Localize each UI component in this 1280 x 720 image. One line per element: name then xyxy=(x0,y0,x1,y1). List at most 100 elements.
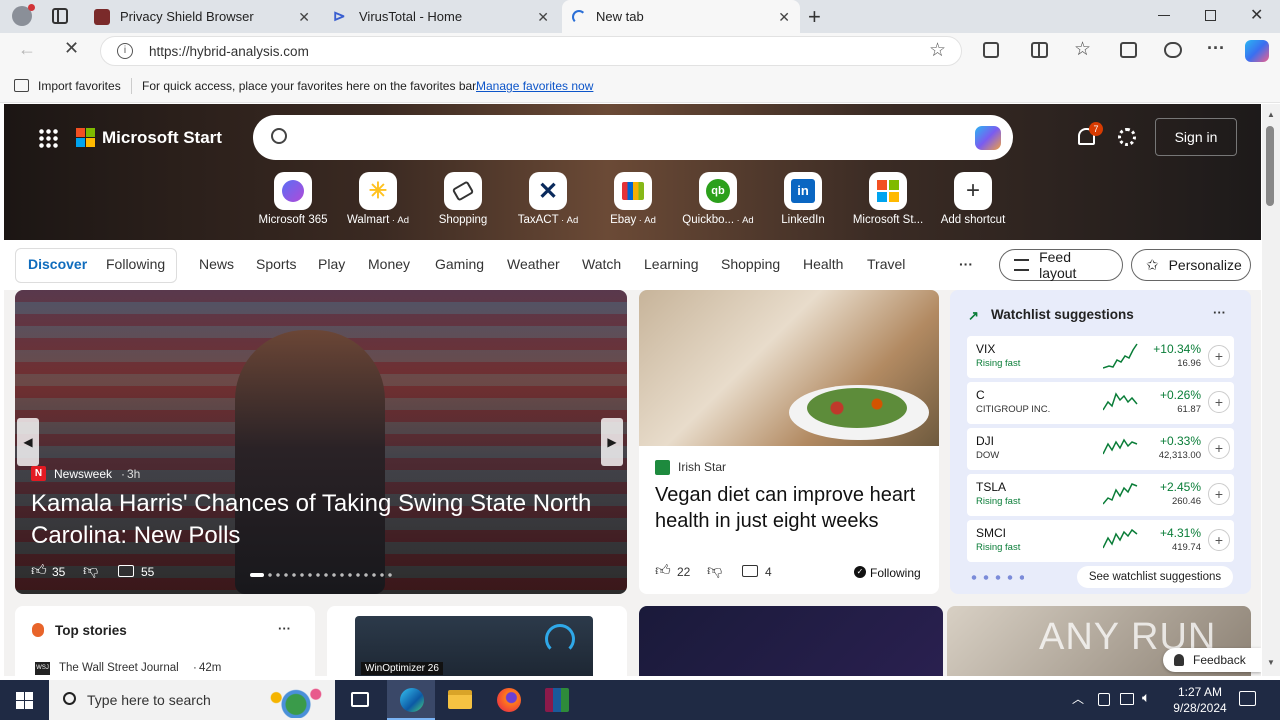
search-box[interactable] xyxy=(253,115,1013,160)
show-hidden-icons-icon[interactable]: ︿ xyxy=(1072,690,1084,707)
following-label[interactable]: Following xyxy=(870,566,921,580)
collections-icon[interactable] xyxy=(1120,42,1137,58)
copilot-icon[interactable] xyxy=(1245,40,1269,62)
performance-icon[interactable] xyxy=(1164,42,1182,58)
winrar-icon[interactable] xyxy=(545,688,569,712)
notification-center-icon[interactable] xyxy=(1239,691,1256,706)
see-watchlist-button[interactable]: See watchlist suggestions xyxy=(1077,566,1233,588)
watchlist-row[interactable]: C CITIGROUP INC. +0.26% 61.87 + xyxy=(967,382,1234,424)
nav-travel[interactable]: Travel xyxy=(867,256,905,272)
taskbar-search-box[interactable]: Type here to search xyxy=(49,680,335,720)
more-menu-icon[interactable]: ··· xyxy=(1207,38,1225,59)
carousel-next-button[interactable]: ▶ xyxy=(601,418,623,466)
clock-time[interactable]: 1:27 AM xyxy=(1172,685,1228,699)
watchlist-pager-dots[interactable] xyxy=(968,575,1024,580)
tab-new-tab[interactable]: New tab ✕ xyxy=(562,0,800,33)
feed-layout-button[interactable]: Feed layout xyxy=(999,249,1123,281)
watchlist-row[interactable]: TSLA Rising fast +2.45% 260.46 + xyxy=(967,474,1234,516)
add-to-watchlist-button[interactable]: + xyxy=(1208,391,1230,413)
nav-news[interactable]: News xyxy=(199,256,234,272)
quick-link-shopping[interactable]: Shopping xyxy=(423,172,503,226)
comment-icon[interactable] xyxy=(742,565,758,577)
close-window-icon[interactable]: ✕ xyxy=(1250,5,1263,25)
nav-watch[interactable]: Watch xyxy=(582,256,621,272)
scrollbar-thumb[interactable] xyxy=(1266,126,1274,206)
story-source[interactable]: Irish Star xyxy=(678,460,726,474)
add-to-watchlist-button[interactable]: + xyxy=(1208,529,1230,551)
nav-shopping[interactable]: Shopping xyxy=(721,256,780,272)
nav-sports[interactable]: Sports xyxy=(256,256,296,272)
nav-weather[interactable]: Weather xyxy=(507,256,560,272)
story-card-dark[interactable] xyxy=(639,606,943,676)
scroll-down-arrow[interactable]: ▼ xyxy=(1267,658,1275,667)
brand-name[interactable]: Microsoft Start xyxy=(102,128,222,148)
volume-icon[interactable]: 🔈︎ xyxy=(1142,689,1150,706)
hero-story-card[interactable]: ◀ ▶ N Newsweek · 3h Kamala Harris' Chanc… xyxy=(15,290,627,594)
url-text[interactable]: https://hybrid-analysis.com xyxy=(149,44,309,59)
split-screen-icon[interactable] xyxy=(1031,42,1048,58)
story-card[interactable]: Irish Star Vegan diet can improve heart … xyxy=(639,290,939,594)
tab-following[interactable]: Following xyxy=(106,256,165,272)
nav-gaming[interactable]: Gaming xyxy=(435,256,484,272)
edge-taskbar-icon[interactable] xyxy=(387,680,435,720)
add-shortcut-button[interactable]: + Add shortcut xyxy=(933,172,1013,226)
task-view-icon[interactable] xyxy=(351,692,369,707)
minimize-icon[interactable] xyxy=(1158,15,1170,16)
tab-discover[interactable]: Discover xyxy=(28,256,87,272)
tab-actions-icon[interactable] xyxy=(52,8,68,24)
personalize-button[interactable]: ✩ Personalize xyxy=(1131,249,1251,281)
nav-money[interactable]: Money xyxy=(368,256,410,272)
story-source[interactable]: The Wall Street Journal xyxy=(59,662,179,674)
start-windows-icon[interactable] xyxy=(16,692,33,709)
nav-learning[interactable]: Learning xyxy=(644,256,699,272)
nav-play[interactable]: Play xyxy=(318,256,345,272)
close-tab-icon[interactable]: ✕ xyxy=(778,9,790,26)
apps-launcher-icon[interactable] xyxy=(38,128,58,148)
firefox-icon[interactable] xyxy=(497,688,521,712)
close-tab-icon[interactable]: ✕ xyxy=(537,9,549,26)
tab-privacy-shield[interactable]: Privacy Shield Browser ✕ xyxy=(84,0,320,33)
watchlist-row[interactable]: VIX Rising fast +10.34% 16.96 + xyxy=(967,336,1234,378)
clock-date[interactable]: 9/28/2024 xyxy=(1166,701,1234,715)
carousel-prev-button[interactable]: ◀ xyxy=(17,418,39,466)
scroll-up-arrow[interactable]: ▲ xyxy=(1267,110,1275,119)
promo-card[interactable]: WinOptimizer 26 xyxy=(327,606,627,676)
quick-link-microsoft-365[interactable]: Microsoft 365 xyxy=(253,172,333,226)
import-favorites-link[interactable]: Import favorites xyxy=(38,79,121,93)
watchlist-row[interactable]: SMCI Rising fast +4.31% 419.74 + xyxy=(967,520,1234,562)
quick-link-ebay[interactable]: Ebay · Ad xyxy=(593,172,673,226)
quick-link-linkedin[interactable]: in LinkedIn xyxy=(763,172,843,226)
copilot-search-icon[interactable] xyxy=(975,126,1001,150)
top-stories-more-icon[interactable]: ··· xyxy=(278,621,291,636)
ethernet-icon[interactable] xyxy=(1120,693,1134,705)
story-title[interactable]: Vegan diet can improve heart health in j… xyxy=(655,482,925,534)
quick-link-quickbooks[interactable]: qb Quickbo... · Ad xyxy=(678,172,758,226)
taskbar-search-placeholder[interactable]: Type here to search xyxy=(87,692,211,708)
dislike-icon[interactable]: 👎︎ xyxy=(707,562,722,580)
stop-loading-icon[interactable]: ✕ xyxy=(64,38,79,59)
watchlist-row[interactable]: DJI DOW +0.33% 42,313.00 + xyxy=(967,428,1234,470)
quick-link-taxact[interactable]: ✕ TaxACT · Ad xyxy=(508,172,588,226)
like-icon[interactable]: 👍︎ xyxy=(655,562,671,580)
settings-gear-icon[interactable] xyxy=(1118,128,1136,146)
add-to-watchlist-button[interactable]: + xyxy=(1208,437,1230,459)
profile-icon[interactable] xyxy=(12,4,35,26)
page-scrollbar[interactable]: ▲ ▼ xyxy=(1262,104,1280,676)
quick-link-microsoft-store[interactable]: Microsoft St... xyxy=(848,172,928,226)
address-bar[interactable]: i https://hybrid-analysis.com ☆ xyxy=(100,36,962,66)
add-to-watchlist-button[interactable]: + xyxy=(1208,483,1230,505)
network-icon[interactable] xyxy=(1098,693,1110,706)
story-title[interactable]: Kamala Harris' Chances of Taking Swing S… xyxy=(31,488,621,552)
like-icon[interactable]: 👍︎ xyxy=(31,562,47,580)
story-source[interactable]: Newsweek xyxy=(54,467,112,481)
close-tab-icon[interactable]: ✕ xyxy=(298,9,310,26)
quick-link-walmart[interactable]: ✳ Walmart · Ad xyxy=(338,172,418,226)
favorites-icon[interactable]: ☆ xyxy=(1074,38,1091,61)
nav-health[interactable]: Health xyxy=(803,256,843,272)
sign-in-button[interactable]: Sign in xyxy=(1155,118,1237,156)
feedback-button[interactable]: Feedback xyxy=(1163,648,1261,672)
restore-icon[interactable] xyxy=(1205,10,1216,21)
dislike-icon[interactable]: 👎︎ xyxy=(83,562,98,580)
add-to-watchlist-button[interactable]: + xyxy=(1208,345,1230,367)
carousel-dots[interactable] xyxy=(250,573,392,577)
